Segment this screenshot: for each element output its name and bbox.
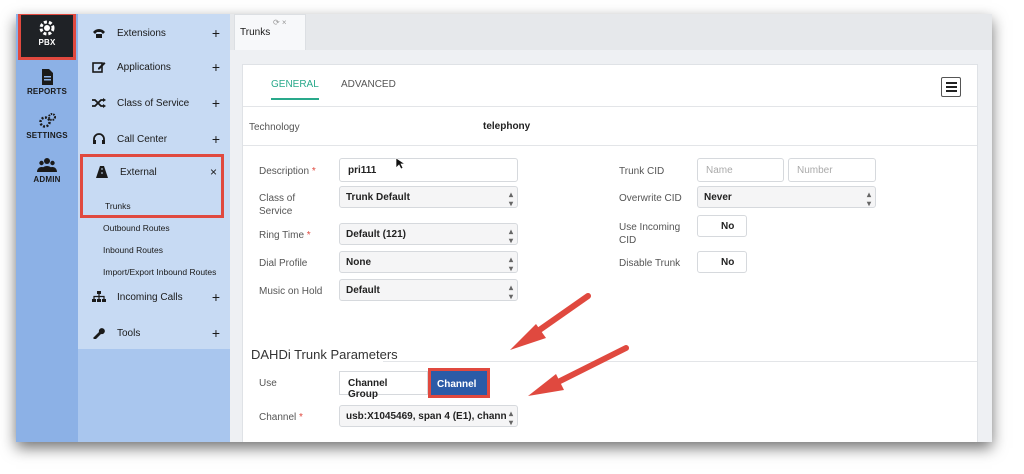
dial-profile-label: Dial Profile bbox=[259, 258, 308, 269]
menu-item-external[interactable]: External × bbox=[81, 157, 225, 187]
expand-plus-icon[interactable]: + bbox=[212, 25, 220, 41]
overwrite-cid-select[interactable]: Never ▴ ▾ bbox=[697, 186, 876, 208]
users-icon bbox=[37, 158, 57, 172]
phone-icon bbox=[93, 29, 105, 38]
menu-item-label: Applications bbox=[117, 62, 171, 73]
menu-item-incoming-calls[interactable]: Incoming Calls + bbox=[78, 282, 230, 312]
expand-plus-icon[interactable]: + bbox=[212, 289, 220, 305]
document-icon bbox=[42, 69, 53, 85]
tab-controls-icons[interactable]: ⟳ × bbox=[273, 18, 287, 27]
use-incoming-cid-toggle[interactable]: No bbox=[697, 215, 747, 237]
rail-label: REPORTS bbox=[26, 87, 68, 96]
menu-item-tools[interactable]: Tools + bbox=[78, 318, 230, 348]
menu-item-label: Class of Service bbox=[117, 98, 190, 109]
trunk-cid-label: Trunk CID bbox=[619, 166, 665, 177]
secondary-menu: Extensions + Applications + Class of Ser… bbox=[78, 14, 230, 442]
divider bbox=[383, 361, 977, 362]
rail-item-reports[interactable]: REPORTS bbox=[16, 64, 78, 108]
menu-item-class-of-service[interactable]: Class of Service + bbox=[78, 88, 230, 118]
rail-item-admin[interactable]: ADMIN bbox=[16, 152, 78, 196]
menu-item-label: Extensions bbox=[117, 28, 166, 39]
menu-item-label: Tools bbox=[117, 328, 141, 339]
icon-rail: PBX REPORTS SETTINGS ADMIN bbox=[16, 14, 78, 442]
description-label: Description * bbox=[259, 166, 316, 177]
trunk-cid-name-input[interactable]: Name bbox=[697, 158, 784, 182]
tab-trunks[interactable]: ⟳ × Trunks bbox=[234, 14, 306, 50]
rail-label: SETTINGS bbox=[26, 131, 68, 140]
rail-item-settings[interactable]: SETTINGS bbox=[16, 108, 78, 152]
channel-button[interactable]: Channel bbox=[428, 368, 490, 398]
class-of-service-select[interactable]: Trunk Default ▴ ▾ bbox=[339, 186, 518, 208]
expand-plus-icon[interactable]: + bbox=[212, 325, 220, 341]
channel-group-button[interactable]: Channel Group bbox=[339, 371, 428, 400]
expand-plus-icon[interactable]: + bbox=[212, 131, 220, 147]
tab-advanced[interactable]: ADVANCED bbox=[341, 79, 396, 90]
disable-trunk-label: Disable Trunk bbox=[619, 258, 681, 269]
submenu-item-outbound-routes[interactable]: Outbound Routes bbox=[103, 223, 170, 233]
disable-trunk-toggle[interactable]: No bbox=[697, 251, 747, 273]
headset-icon bbox=[93, 133, 105, 144]
technology-label: Technology bbox=[249, 122, 300, 133]
trunk-form-card: GENERAL ADVANCED Technology telephony De… bbox=[242, 64, 978, 442]
select-arrows-icon: ▴ ▾ bbox=[508, 190, 513, 208]
ring-time-label: Ring Time * bbox=[259, 230, 311, 241]
class-of-service-label: Class of Service bbox=[259, 193, 296, 217]
rail-label: PBX bbox=[38, 38, 56, 47]
menu-item-call-center[interactable]: Call Center + bbox=[78, 124, 230, 154]
app-window: PBX REPORTS SETTINGS ADMIN Extensions + … bbox=[16, 14, 992, 442]
expand-plus-icon[interactable]: + bbox=[212, 95, 220, 111]
select-arrows-icon: ▴ ▾ bbox=[508, 255, 513, 273]
use-label: Use bbox=[259, 378, 277, 389]
divider bbox=[243, 106, 977, 107]
use-incoming-cid-label: Use Incoming CID bbox=[619, 222, 681, 246]
rail-item-pbx[interactable]: PBX bbox=[18, 14, 76, 60]
select-arrows-icon: ▴ ▾ bbox=[866, 190, 871, 208]
road-icon bbox=[96, 166, 108, 178]
tab-general[interactable]: GENERAL bbox=[271, 79, 319, 100]
channel-select[interactable]: usb:X1045469, span 4 (E1), chann ▴ ▾ bbox=[339, 405, 518, 427]
menu-item-applications[interactable]: Applications + bbox=[78, 52, 230, 82]
edit-icon bbox=[92, 62, 106, 73]
tab-label: Trunks bbox=[240, 27, 271, 38]
list-icon bbox=[946, 82, 957, 84]
external-highlight-box: External × Trunks bbox=[80, 154, 224, 218]
menu-item-extensions[interactable]: Extensions + bbox=[78, 18, 230, 48]
submenu-item-import-export[interactable]: Import/Export Inbound Routes bbox=[103, 267, 216, 277]
document-tab-bar: ⟳ × Trunks bbox=[230, 14, 992, 50]
menu-item-label: Call Center bbox=[117, 134, 168, 145]
sitemap-icon bbox=[92, 291, 106, 302]
settings-gears-icon bbox=[39, 113, 56, 128]
collapse-close-icon[interactable]: × bbox=[210, 165, 217, 179]
menu-item-label: Incoming Calls bbox=[117, 292, 183, 303]
overwrite-cid-label: Overwrite CID bbox=[619, 193, 682, 204]
expand-plus-icon[interactable]: + bbox=[212, 59, 220, 75]
select-arrows-icon: ▴ ▾ bbox=[508, 409, 513, 427]
ring-time-select[interactable]: Default (121) ▴ ▾ bbox=[339, 223, 518, 245]
submenu-item-inbound-routes[interactable]: Inbound Routes bbox=[103, 245, 163, 255]
shuffle-icon bbox=[92, 98, 106, 108]
gear-icon bbox=[39, 20, 55, 36]
divider bbox=[243, 145, 977, 146]
menu-item-label: External bbox=[120, 167, 157, 178]
list-menu-button[interactable] bbox=[941, 77, 961, 97]
wrench-icon bbox=[93, 328, 105, 339]
channel-label: Channel * bbox=[259, 412, 303, 423]
music-on-hold-label: Music on Hold bbox=[259, 286, 323, 297]
select-arrows-icon: ▴ ▾ bbox=[508, 227, 513, 245]
section-title: DAHDi Trunk Parameters bbox=[251, 347, 398, 362]
trunk-cid-number-input[interactable]: Number bbox=[788, 158, 876, 182]
rail-label: ADMIN bbox=[33, 175, 61, 184]
technology-value: telephony bbox=[483, 121, 531, 132]
dial-profile-select[interactable]: None ▴ ▾ bbox=[339, 251, 518, 273]
description-input[interactable]: pri111 bbox=[339, 158, 518, 182]
select-arrows-icon: ▴ ▾ bbox=[508, 283, 513, 301]
music-on-hold-select[interactable]: Default ▴ ▾ bbox=[339, 279, 518, 301]
submenu-item-trunks[interactable]: Trunks bbox=[105, 201, 131, 211]
